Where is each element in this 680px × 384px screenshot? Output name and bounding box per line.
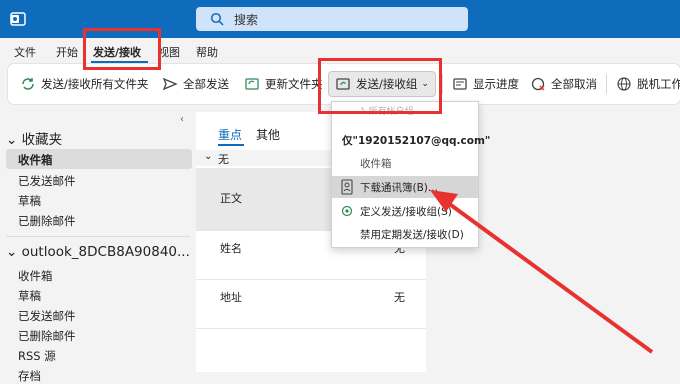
annotation-arrow xyxy=(430,190,654,354)
